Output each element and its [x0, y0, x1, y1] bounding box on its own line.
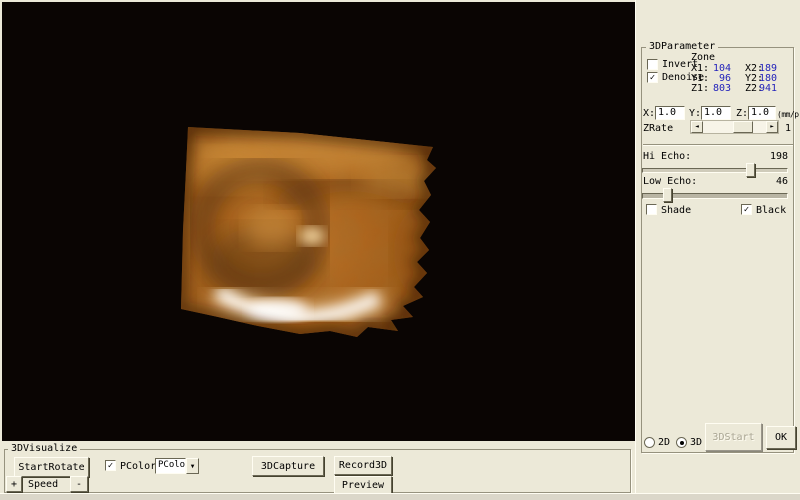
- checkmark-icon: ✓: [650, 73, 655, 83]
- speed-label: Speed: [28, 479, 58, 491]
- x-scale-label: X:: [643, 108, 655, 120]
- pcolor-checkbox-label: PColor: [120, 461, 156, 473]
- z-scale-label: Z:: [736, 108, 748, 120]
- checkmark-icon: ✓: [744, 205, 749, 215]
- hi-echo-slider-track[interactable]: [642, 168, 788, 173]
- low-echo-slider-thumb[interactable]: [663, 188, 672, 202]
- hi-echo-value: 198: [770, 151, 788, 163]
- checkmark-icon: ✓: [108, 461, 113, 471]
- z-scale-input[interactable]: 1.0: [748, 106, 776, 120]
- separator: [643, 144, 793, 146]
- pcolor-checkbox[interactable]: ✓: [105, 460, 116, 471]
- shade-checkbox[interactable]: [646, 204, 657, 215]
- capture-3d-button[interactable]: 3DCapture: [252, 456, 324, 476]
- black-label: Black: [756, 205, 786, 217]
- black-checkbox[interactable]: ✓: [741, 204, 752, 215]
- parameter-groupbox: 3DParameter Invert ✓ Denoise Zone X1: 10…: [641, 47, 794, 453]
- preview-button[interactable]: Preview: [334, 476, 392, 494]
- y-scale-input[interactable]: 1.0: [701, 106, 731, 120]
- x-scale-input[interactable]: 1.0: [655, 106, 685, 120]
- mode-2d-radio[interactable]: [644, 437, 655, 448]
- zrate-scrollbar-thumb[interactable]: [733, 121, 753, 133]
- mode-3d-label: 3D: [690, 437, 702, 449]
- visualize-group-title: 3DVisualize: [8, 442, 80, 455]
- y-scale-label: Y:: [689, 108, 701, 120]
- shade-label: Shade: [661, 205, 691, 217]
- zone-z2-value: 941: [758, 83, 777, 95]
- hi-echo-slider-thumb[interactable]: [746, 163, 755, 177]
- dropdown-arrow-icon[interactable]: ▼: [186, 458, 199, 474]
- mode-3d-radio[interactable]: [676, 437, 687, 448]
- zone-z1-value: 803: [710, 83, 731, 95]
- ok-button[interactable]: OK: [766, 426, 796, 449]
- mode-2d-label: 2D: [658, 437, 670, 449]
- start-rotate-button[interactable]: StartRotate: [14, 457, 89, 477]
- parameter-panel: 3DParameter Invert ✓ Denoise Zone X1: 10…: [635, 0, 800, 500]
- zrate-label: ZRate: [643, 123, 673, 135]
- zrate-scrollbar[interactable]: ◄ ►: [690, 120, 779, 134]
- start-3d-button[interactable]: 3DStart: [705, 423, 762, 451]
- zrate-scroll-right-icon[interactable]: ►: [766, 121, 778, 133]
- zrate-scroll-left-icon[interactable]: ◄: [691, 121, 703, 133]
- denoise-checkbox[interactable]: ✓: [647, 72, 658, 83]
- speed-plus-button[interactable]: +: [6, 476, 22, 492]
- app-window: { "icons": { "checkmark": "✓", "dropdown…: [0, 0, 800, 500]
- visualize-groupbox: 3DVisualize StartRotate ✓ PColor PColor …: [4, 449, 631, 493]
- invert-checkbox[interactable]: [647, 59, 658, 70]
- render-viewport[interactable]: [2, 2, 635, 441]
- zone-z1-label: Z1:: [691, 83, 709, 95]
- record-3d-button[interactable]: Record3D: [334, 456, 392, 475]
- window-bottom-edge: [0, 493, 800, 500]
- low-echo-value: 46: [776, 176, 788, 188]
- low-echo-label: Low Echo:: [643, 176, 697, 188]
- pcolor-dropdown-value: PColor: [155, 458, 186, 474]
- scale-unit-label: (mm/p): [777, 109, 800, 121]
- zrate-value: 1: [785, 123, 791, 135]
- hi-echo-label: Hi Echo:: [643, 151, 691, 163]
- ultrasound-render: [2, 2, 635, 441]
- speed-minus-button[interactable]: -: [70, 476, 88, 492]
- pcolor-dropdown[interactable]: PColor ▼: [155, 458, 199, 474]
